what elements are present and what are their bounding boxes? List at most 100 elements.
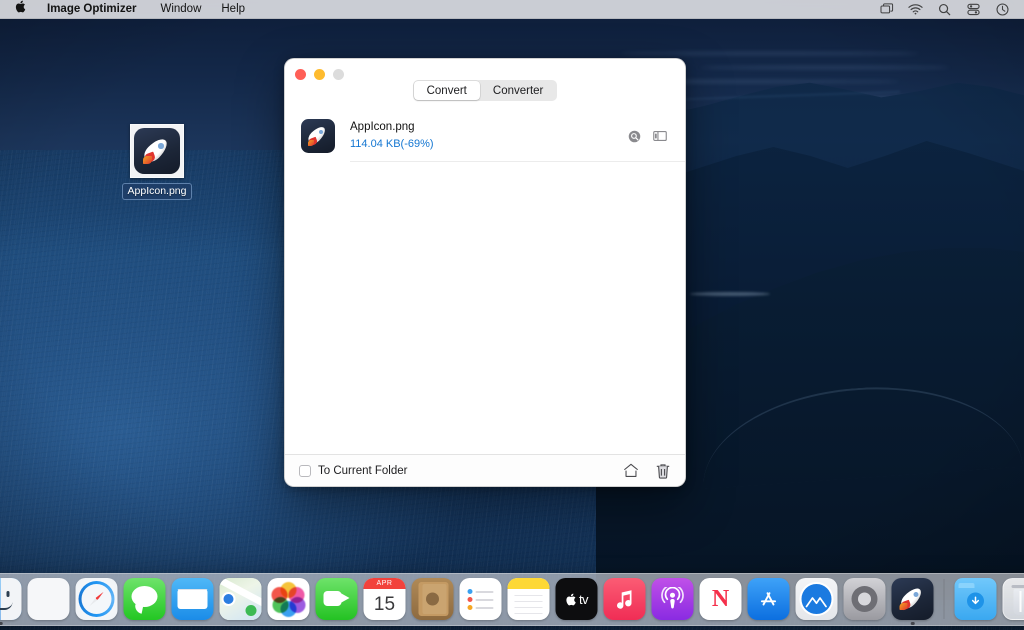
menu-bar: Image Optimizer Window Help <box>0 0 1024 19</box>
preview-icon[interactable] <box>627 129 641 143</box>
notes-header <box>508 578 550 589</box>
menu-bar-left: Image Optimizer Window Help <box>8 0 255 19</box>
dock-item-news[interactable]: N <box>700 578 742 620</box>
xcode-icon <box>796 578 838 620</box>
finder-face-right <box>1 578 22 620</box>
dock-item-trash[interactable] <box>1003 578 1024 620</box>
maps-location-dot <box>222 592 236 606</box>
trash-icon[interactable] <box>655 462 671 479</box>
podcasts-icon <box>652 578 694 620</box>
image-optimizer-icon <box>892 578 934 620</box>
finder-eye-right <box>7 591 10 597</box>
traffic-light-buttons <box>295 69 344 80</box>
tab-converter[interactable]: Converter <box>480 81 557 100</box>
file-list-row[interactable]: AppIcon.png 114.04 KB(-69%) <box>285 110 685 162</box>
contacts-icon <box>412 578 454 620</box>
maps-icon <box>220 578 262 620</box>
file-info: AppIcon.png 114.04 KB(-69%) <box>350 120 627 152</box>
dock-item-notes[interactable] <box>508 578 550 620</box>
window-footer: To Current Folder <box>285 454 685 486</box>
facetime-camera-lens <box>341 593 350 603</box>
dock-item-xcode[interactable] <box>796 578 838 620</box>
maps-pin <box>246 605 257 616</box>
dock-running-indicator <box>0 622 2 626</box>
dock-item-calendar[interactable]: APR 15 <box>364 578 406 620</box>
dock-item-facetime[interactable] <box>316 578 358 620</box>
dock-item-image-optimizer[interactable] <box>892 578 934 620</box>
mode-segmented-control: Convert Converter <box>413 80 558 101</box>
dock-item-finder[interactable] <box>0 578 22 620</box>
menu-item-window[interactable]: Window <box>150 0 211 19</box>
search-icon[interactable] <box>937 2 952 17</box>
rocket-flame <box>308 140 315 146</box>
dock-running-indicator <box>911 622 915 626</box>
dock: APR 15 <box>0 573 1024 626</box>
wifi-icon[interactable] <box>908 2 923 17</box>
news-letter: N <box>712 587 729 611</box>
close-button[interactable] <box>295 69 306 80</box>
dock-item-tv[interactable]: tv <box>556 578 598 620</box>
tv-label: tv <box>579 592 588 607</box>
launchpad-icon <box>28 578 70 620</box>
to-current-folder-option[interactable]: To Current Folder <box>299 465 407 477</box>
file-thumbnail <box>301 119 335 153</box>
messages-bubble-tail <box>134 604 143 613</box>
screen-mirroring-icon[interactable] <box>879 2 894 17</box>
menu-bar-status-area <box>879 2 1016 17</box>
photos-icon <box>268 578 310 620</box>
notes-icon <box>508 578 550 620</box>
minimize-button[interactable] <box>314 69 325 80</box>
to-current-folder-checkbox[interactable] <box>299 465 311 477</box>
dock-item-messages[interactable] <box>124 578 166 620</box>
image-optimizer-window: Convert Converter AppIcon.png 114.04 KB(… <box>284 58 686 487</box>
gear-center <box>858 593 871 606</box>
control-center-icon[interactable] <box>966 2 981 17</box>
facetime-icon <box>316 578 358 620</box>
dock-item-appstore[interactable] <box>748 578 790 620</box>
home-icon[interactable] <box>623 462 639 479</box>
tv-icon: tv <box>556 578 598 620</box>
safari-icon <box>76 578 118 620</box>
file-name: AppIcon.png <box>350 120 627 135</box>
apple-logo-icon[interactable] <box>8 0 37 19</box>
window-titlebar[interactable]: Convert Converter <box>285 59 685 110</box>
dock-item-safari[interactable] <box>76 578 118 620</box>
desktop-file-icon[interactable]: AppIcon.png <box>121 124 193 200</box>
menu-item-help[interactable]: Help <box>211 0 255 19</box>
rocket-flame <box>900 603 908 610</box>
dock-item-photos[interactable] <box>268 578 310 620</box>
rocket-window <box>158 143 164 149</box>
footer-actions <box>623 462 671 479</box>
calendar-day: 15 <box>364 589 406 620</box>
rocket-file-icon <box>301 119 335 153</box>
rocket-window <box>319 130 323 134</box>
dock-item-reminders[interactable] <box>460 578 502 620</box>
dock-item-downloads[interactable] <box>955 578 997 620</box>
calendar-icon: APR 15 <box>364 578 406 620</box>
clock-icon[interactable] <box>995 2 1010 17</box>
trash-lid <box>1012 585 1024 588</box>
contacts-avatar <box>426 593 439 606</box>
dock-item-contacts[interactable] <box>412 578 454 620</box>
dock-item-launchpad[interactable] <box>28 578 70 620</box>
menu-item-image-optimizer[interactable]: Image Optimizer <box>37 0 150 19</box>
rocket-window <box>914 592 919 597</box>
dock-item-music[interactable] <box>604 578 646 620</box>
dock-item-mail[interactable] <box>172 578 214 620</box>
desktop-file-thumbnail[interactable] <box>130 124 184 178</box>
dock-item-preferences[interactable] <box>844 578 886 620</box>
dock-item-podcasts[interactable] <box>652 578 694 620</box>
file-size-savings: 114.04 KB(-69%) <box>350 137 627 152</box>
facetime-camera-body <box>324 591 342 606</box>
tab-convert[interactable]: Convert <box>414 81 480 100</box>
desktop-file-label: AppIcon.png <box>122 183 193 200</box>
trash-icon <box>1003 578 1024 620</box>
compare-view-icon[interactable] <box>653 129 667 143</box>
folder-tab <box>959 583 975 588</box>
to-current-folder-label: To Current Folder <box>318 465 407 477</box>
downloads-folder-icon <box>955 578 997 620</box>
calendar-month: APR <box>364 578 406 589</box>
reminders-icon <box>460 578 502 620</box>
dock-item-maps[interactable] <box>220 578 262 620</box>
mail-icon <box>172 578 214 620</box>
